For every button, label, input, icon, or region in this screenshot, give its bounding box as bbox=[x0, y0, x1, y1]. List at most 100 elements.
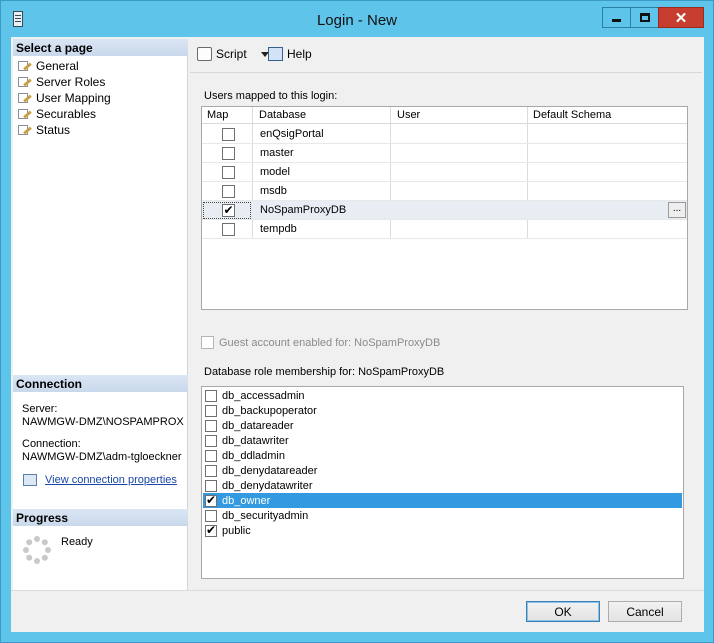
page-item-server-roles[interactable]: Server Roles bbox=[17, 74, 187, 90]
list-item[interactable]: db_ddladmin bbox=[203, 448, 682, 463]
cancel-button[interactable]: Cancel bbox=[608, 601, 682, 622]
table-row[interactable]: enQsigPortal bbox=[202, 125, 687, 144]
page-item-status[interactable]: Status bbox=[17, 122, 187, 138]
role-membership-label: Database role membership for: NoSpamProx… bbox=[204, 366, 445, 378]
table-row[interactable]: master bbox=[202, 144, 687, 163]
role-name: db_accessadmin bbox=[222, 389, 305, 402]
default-schema-browse-button[interactable]: ... bbox=[668, 202, 686, 218]
connection-header: Connection bbox=[13, 375, 188, 392]
role-checkbox[interactable] bbox=[205, 404, 217, 417]
role-name: db_backupoperator bbox=[222, 404, 317, 417]
close-icon: ✕ bbox=[674, 9, 688, 27]
progress-header: Progress bbox=[13, 509, 188, 526]
table-row[interactable]: tempdb bbox=[202, 220, 687, 239]
role-checkbox[interactable] bbox=[205, 449, 217, 462]
page-item-user-mapping[interactable]: User Mapping bbox=[17, 90, 187, 106]
help-label: Help bbox=[287, 47, 312, 61]
server-label: Server: bbox=[22, 403, 58, 415]
map-checkbox[interactable] bbox=[222, 166, 235, 179]
role-checkbox[interactable] bbox=[205, 419, 217, 432]
map-checkbox[interactable] bbox=[222, 147, 235, 160]
progress-status-text: Ready bbox=[61, 536, 93, 548]
page-item-label: Status bbox=[36, 123, 71, 137]
role-name: public bbox=[222, 524, 251, 537]
maximize-button[interactable] bbox=[630, 7, 659, 28]
database-cell: master bbox=[260, 147, 294, 159]
list-item[interactable]: db_securityadmin bbox=[203, 508, 682, 523]
role-checkbox[interactable]: ✔ bbox=[205, 494, 217, 507]
column-header-database[interactable]: Database bbox=[259, 109, 306, 121]
role-name: db_denydatareader bbox=[222, 464, 318, 477]
column-header-default-schema[interactable]: Default Schema bbox=[533, 109, 611, 121]
toolbar: Script Help bbox=[190, 39, 702, 73]
grid-header: Map Database User Default Schema bbox=[202, 107, 687, 124]
maximize-icon bbox=[639, 13, 650, 22]
role-checkbox[interactable] bbox=[205, 479, 217, 492]
database-cell: enQsigPortal bbox=[260, 128, 324, 140]
column-header-user[interactable]: User bbox=[397, 109, 420, 121]
progress-spinner-icon bbox=[23, 536, 51, 564]
dialog-client-area: Select a page General Server Roles User … bbox=[11, 37, 704, 632]
minimize-button[interactable] bbox=[602, 7, 631, 28]
connection-properties-icon bbox=[23, 474, 37, 486]
script-button[interactable]: Script bbox=[197, 47, 269, 61]
role-membership-list: db_accessadmin db_backupoperator db_data… bbox=[201, 386, 684, 579]
map-checkbox[interactable] bbox=[222, 185, 235, 198]
guest-account-option[interactable]: Guest account enabled for: NoSpamProxyDB bbox=[201, 336, 440, 349]
list-item[interactable]: db_datawriter bbox=[203, 433, 682, 448]
database-cell: model bbox=[260, 166, 290, 178]
minimize-icon bbox=[612, 19, 621, 22]
map-checkbox[interactable] bbox=[222, 223, 235, 236]
help-button[interactable]: Help bbox=[268, 47, 312, 61]
role-checkbox[interactable]: ✔ bbox=[205, 524, 217, 537]
list-item[interactable]: db_denydatareader bbox=[203, 463, 682, 478]
page-wrench-icon bbox=[17, 92, 32, 104]
server-value: NAWMGW-DMZ\NOSPAMPROX bbox=[22, 416, 184, 428]
list-item-selected[interactable]: ✔ db_owner bbox=[203, 493, 682, 508]
connection-label: Connection: bbox=[22, 438, 81, 450]
page-item-securables[interactable]: Securables bbox=[17, 106, 187, 122]
list-item[interactable]: db_datareader bbox=[203, 418, 682, 433]
select-page-header: Select a page bbox=[13, 39, 188, 56]
role-name: db_datareader bbox=[222, 419, 294, 432]
login-dialog-window: Login - New ✕ Select a page General Serv… bbox=[0, 0, 714, 643]
role-checkbox[interactable] bbox=[205, 464, 217, 477]
page-list: General Server Roles User Mapping Secura… bbox=[17, 58, 187, 138]
page-wrench-icon bbox=[17, 124, 32, 136]
guest-account-checkbox[interactable] bbox=[201, 336, 214, 349]
users-mapped-grid: Map Database User Default Schema enQsigP… bbox=[201, 106, 688, 310]
map-checkbox[interactable]: ✔ bbox=[222, 204, 235, 217]
list-item[interactable]: db_backupoperator bbox=[203, 403, 682, 418]
page-item-label: Securables bbox=[36, 107, 97, 121]
ok-button[interactable]: OK bbox=[526, 601, 600, 622]
role-name: db_ddladmin bbox=[222, 449, 285, 462]
role-checkbox[interactable] bbox=[205, 434, 217, 447]
help-icon bbox=[268, 47, 283, 61]
database-cell: tempdb bbox=[260, 223, 297, 235]
role-name: db_securityadmin bbox=[222, 509, 309, 522]
dialog-footer: OK Cancel bbox=[11, 590, 704, 632]
page-item-general[interactable]: General bbox=[17, 58, 187, 74]
view-connection-properties-text: View connection properties bbox=[45, 474, 177, 486]
role-checkbox[interactable] bbox=[205, 509, 217, 522]
map-checkbox[interactable] bbox=[222, 128, 235, 141]
close-button[interactable]: ✕ bbox=[658, 7, 704, 28]
script-icon bbox=[197, 47, 212, 61]
column-header-map[interactable]: Map bbox=[207, 109, 228, 121]
list-item[interactable]: db_denydatawriter bbox=[203, 478, 682, 493]
table-row[interactable]: model bbox=[202, 163, 687, 182]
database-cell: msdb bbox=[260, 185, 287, 197]
title-bar[interactable]: Login - New ✕ bbox=[1, 1, 713, 37]
list-item[interactable]: ✔ public bbox=[203, 523, 682, 538]
table-row[interactable]: msdb bbox=[202, 182, 687, 201]
role-checkbox[interactable] bbox=[205, 389, 217, 402]
page-item-label: General bbox=[36, 59, 79, 73]
list-item[interactable]: db_accessadmin bbox=[203, 388, 682, 403]
role-name: db_denydatawriter bbox=[222, 479, 313, 492]
script-label: Script bbox=[216, 47, 247, 61]
page-wrench-icon bbox=[17, 60, 32, 72]
table-row-selected[interactable]: ✔ NoSpamProxyDB ... bbox=[202, 201, 687, 220]
view-connection-properties-link[interactable]: View connection properties bbox=[23, 474, 177, 486]
page-wrench-icon bbox=[17, 76, 32, 88]
users-mapped-label: Users mapped to this login: bbox=[204, 90, 338, 102]
